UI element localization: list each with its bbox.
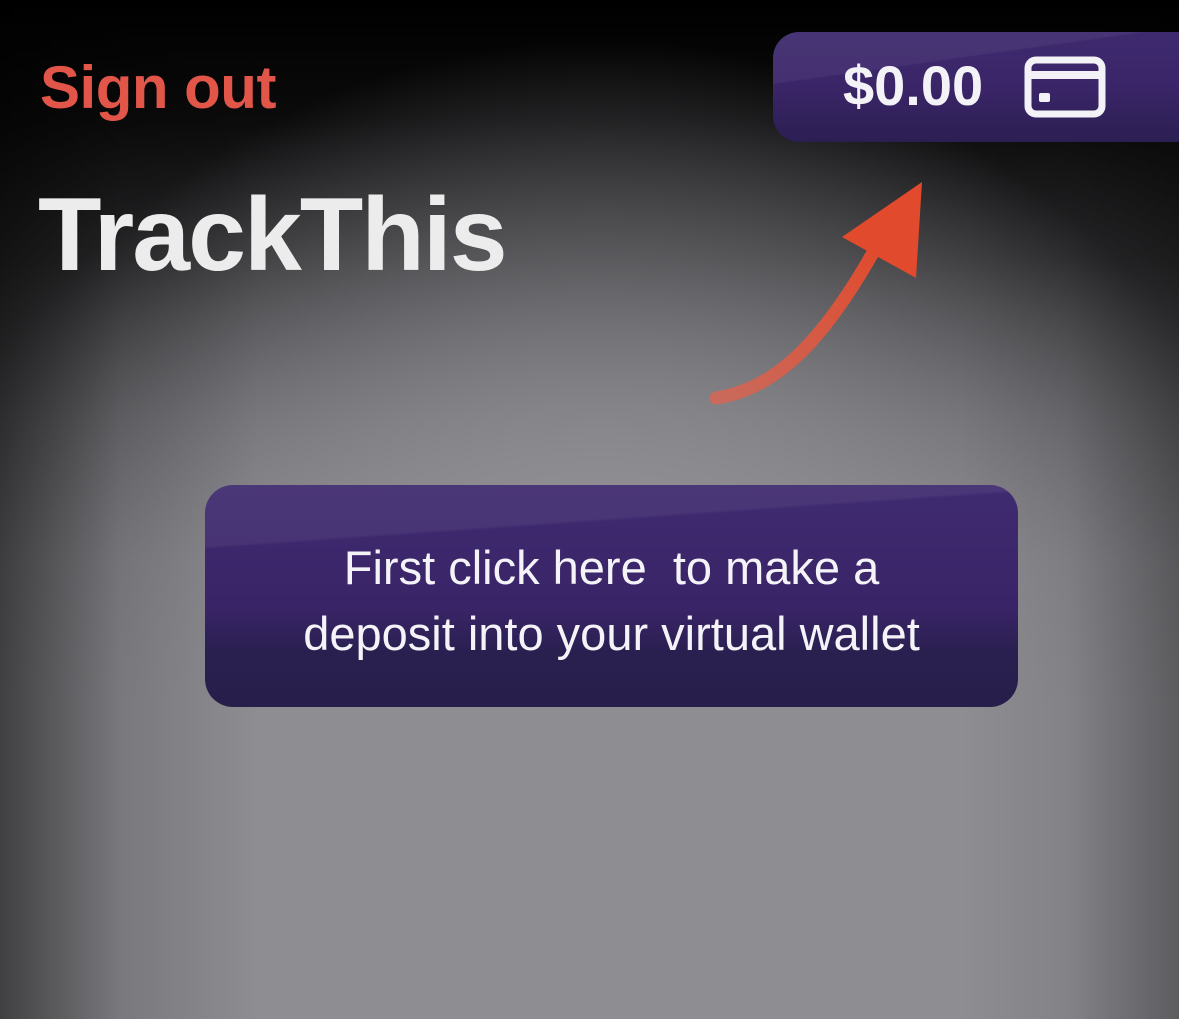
deposit-hint-text: First click here to make a deposit into … — [205, 535, 1018, 667]
sign-out-button[interactable]: Sign out — [40, 52, 276, 124]
deposit-hint-tooltip[interactable]: First click here to make a deposit into … — [205, 485, 1018, 707]
credit-card-icon — [1024, 56, 1106, 118]
wallet-balance-amount: $0.00 — [843, 54, 984, 117]
page-title: TrackThis — [38, 177, 508, 293]
deposit-hint-line-1: First click here to make a — [343, 541, 880, 594]
curved-arrow-icon — [709, 182, 922, 405]
deposit-hint-line-2: deposit into your virtual wallet — [303, 607, 920, 660]
wallet-balance-button[interactable]: $0.00 — [773, 32, 1179, 142]
